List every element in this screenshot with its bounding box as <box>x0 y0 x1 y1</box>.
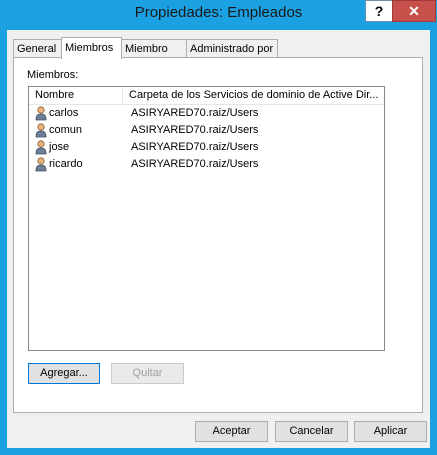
column-header-folder[interactable]: Carpeta de los Servicios de dominio de A… <box>123 87 384 104</box>
remove-button[interactable]: Quitar <box>111 363 184 384</box>
column-header-name[interactable]: Nombre <box>29 87 123 104</box>
tab-general[interactable]: General <box>13 39 62 57</box>
member-folder: ASIRYARED70.raiz/Users <box>131 107 259 119</box>
ok-button[interactable]: Aceptar <box>195 421 268 442</box>
properties-window: Propiedades: Empleados ? ✕ General Miemb… <box>0 0 437 455</box>
apply-button[interactable]: Aplicar <box>354 421 427 442</box>
list-item[interactable]: jose ASIRYARED70.raiz/Users <box>29 139 384 156</box>
user-icon <box>34 140 48 155</box>
title-bar[interactable]: Propiedades: Empleados ? ✕ <box>0 0 437 26</box>
user-icon <box>34 123 48 138</box>
member-name: jose <box>49 141 70 153</box>
tab-member-of[interactable]: Miembro de <box>121 39 187 73</box>
list-item[interactable]: ricardo ASIRYARED70.raiz/Users <box>29 156 384 173</box>
tab-members[interactable]: Miembros <box>61 37 122 59</box>
member-folder: ASIRYARED70.raiz/Users <box>131 141 259 153</box>
list-item[interactable]: carlos ASIRYARED70.raiz/Users <box>29 105 384 122</box>
member-name: comun <box>49 124 83 136</box>
cancel-button[interactable]: Cancelar <box>275 421 348 442</box>
member-name: carlos <box>49 107 79 119</box>
dialog-body: General Miembros Miembro de Administrado… <box>7 30 430 448</box>
members-list[interactable]: Nombre Carpeta de los Servicios de domin… <box>28 86 385 351</box>
members-label: Miembros: <box>27 69 79 81</box>
list-item[interactable]: comun ASIRYARED70.raiz/Users <box>29 122 384 139</box>
user-icon <box>34 157 48 172</box>
members-panel: Miembros: Nombre Carpeta de los Servicio… <box>13 57 423 413</box>
user-icon <box>34 106 48 121</box>
tab-managed-by[interactable]: Administrado por <box>186 39 278 57</box>
member-folder: ASIRYARED70.raiz/Users <box>131 158 259 170</box>
list-header: Nombre Carpeta de los Servicios de domin… <box>29 87 384 105</box>
member-folder: ASIRYARED70.raiz/Users <box>131 124 259 136</box>
help-button[interactable]: ? <box>365 0 393 22</box>
add-button[interactable]: Agregar... <box>28 363 100 384</box>
close-button[interactable]: ✕ <box>392 0 436 22</box>
member-name: ricardo <box>49 158 83 170</box>
